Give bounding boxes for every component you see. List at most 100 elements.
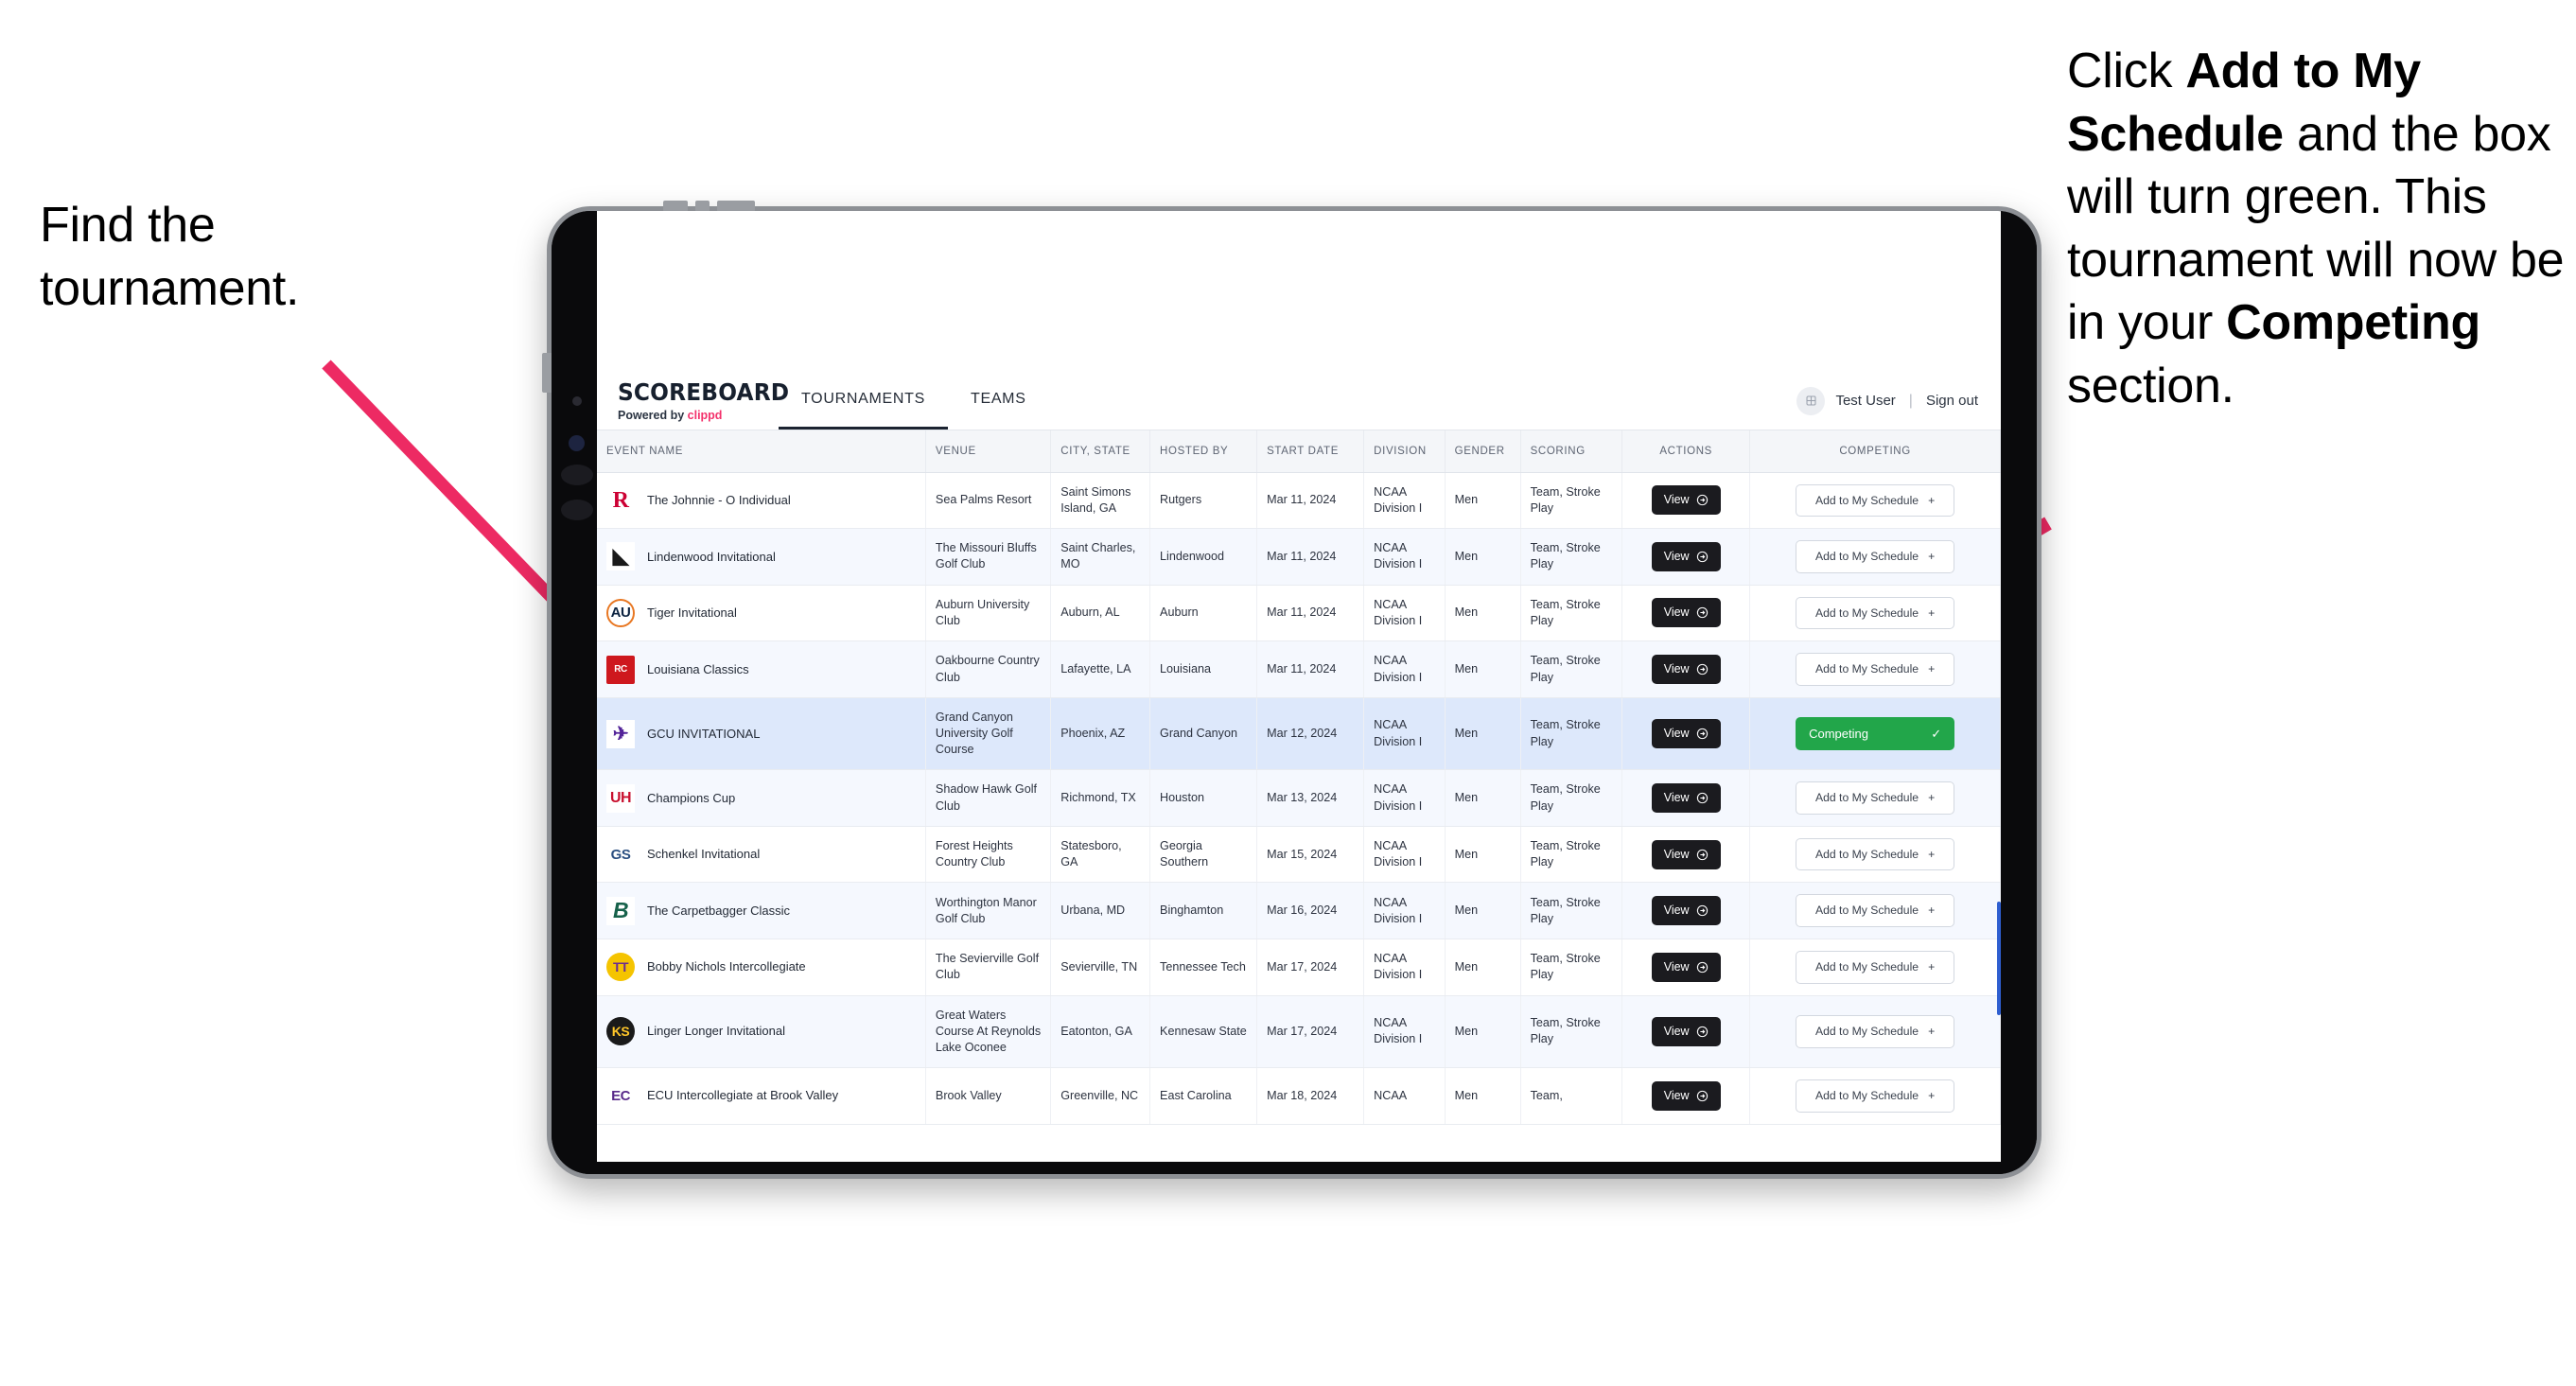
user-avatar-icon[interactable] bbox=[1796, 386, 1826, 415]
table-row[interactable]: B The Carpetbagger Classic Worthington Man… bbox=[597, 882, 2001, 940]
cell-city-state: Sevierville, TN bbox=[1050, 939, 1151, 996]
annotation-text: Click bbox=[2067, 44, 2186, 98]
cell-venue: Worthington Manor Golf Club bbox=[925, 882, 1052, 940]
view-button[interactable]: View bbox=[1651, 839, 1721, 869]
cell-venue: The Sevierville Golf Club bbox=[925, 939, 1052, 996]
add-to-my-schedule-button[interactable]: Add to My Schedule + bbox=[1796, 1079, 1955, 1113]
col-division[interactable]: DIVISION bbox=[1363, 430, 1446, 473]
view-button-label: View bbox=[1663, 605, 1690, 620]
table-row[interactable]: KS Linger Longer Invitational Great Waters… bbox=[597, 995, 2001, 1069]
view-button-label: View bbox=[1663, 904, 1690, 918]
cell-scoring: Team, Stroke Play bbox=[1520, 939, 1623, 996]
view-button[interactable]: View bbox=[1651, 485, 1721, 516]
view-button-label: View bbox=[1663, 791, 1690, 805]
cell-hosted-by: East Carolina bbox=[1149, 1067, 1258, 1125]
view-button[interactable]: View bbox=[1651, 598, 1721, 628]
col-event-name[interactable]: EVENT NAME bbox=[597, 430, 926, 473]
add-to-my-schedule-button[interactable]: Add to My Schedule + bbox=[1796, 837, 1955, 871]
col-venue[interactable]: VENUE bbox=[925, 430, 1052, 473]
col-city-state[interactable]: CITY, STATE bbox=[1050, 430, 1151, 473]
cell-competing: Add to My Schedule + bbox=[1749, 826, 2001, 884]
cell-event-name: TT Bobby Nichols Intercollegiate bbox=[597, 939, 926, 996]
cell-division: NCAA Division I bbox=[1363, 882, 1446, 940]
table-row[interactable]: GS Schenkel Invitational Forest Heights Co… bbox=[597, 826, 2001, 884]
cell-competing: Add to My Schedule + bbox=[1749, 939, 2001, 996]
cell-division: NCAA Division I bbox=[1363, 472, 1446, 530]
add-to-my-schedule-button[interactable]: Add to My Schedule + bbox=[1796, 1015, 1955, 1048]
col-gender[interactable]: GENDER bbox=[1445, 430, 1521, 473]
cell-actions: View bbox=[1621, 585, 1751, 642]
tab-teams[interactable]: TEAMS bbox=[948, 372, 1049, 430]
tablet-device: SCOREBOARD Powered by clippd TOURNAMENTS… bbox=[542, 201, 2042, 1179]
event-cell: RC Louisiana Classics bbox=[606, 655, 916, 684]
view-button[interactable]: View bbox=[1651, 1080, 1721, 1111]
view-button[interactable]: View bbox=[1651, 1016, 1721, 1046]
cell-division: NCAA Division I bbox=[1363, 769, 1446, 827]
table-row[interactable]: UH Champions Cup Shadow Hawk Golf Club Rich… bbox=[597, 769, 2001, 827]
sign-out-link[interactable]: Sign out bbox=[1926, 393, 1978, 409]
cell-competing: Add to My Schedule + bbox=[1749, 769, 2001, 827]
cell-competing: Add to My Schedule + bbox=[1749, 995, 2001, 1069]
arrow-right-circle-icon bbox=[1696, 551, 1708, 563]
view-button[interactable]: View bbox=[1651, 896, 1721, 926]
add-to-my-schedule-button[interactable]: Add to My Schedule + bbox=[1796, 596, 1955, 630]
plus-icon: + bbox=[1928, 791, 1936, 805]
arrow-right-circle-icon bbox=[1696, 663, 1708, 675]
view-button[interactable]: View bbox=[1651, 783, 1721, 814]
cell-scoring: Team, Stroke Play bbox=[1520, 528, 1623, 586]
table-row[interactable]: TT Bobby Nichols Intercollegiate The Sevie… bbox=[597, 939, 2001, 996]
auburn-logo: AU bbox=[606, 598, 635, 627]
add-to-my-schedule-label: Add to My Schedule bbox=[1814, 1089, 1919, 1102]
add-to-my-schedule-button[interactable]: Add to My Schedule + bbox=[1796, 781, 1955, 815]
cell-division: NCAA Division I bbox=[1363, 939, 1446, 996]
cell-division: NCAA Division I bbox=[1363, 826, 1446, 884]
add-to-my-schedule-button[interactable]: Add to My Schedule + bbox=[1796, 894, 1955, 928]
plus-icon: + bbox=[1928, 493, 1936, 507]
table-row[interactable]: ◣ Lindenwood Invitational The Missouri Blu… bbox=[597, 528, 2001, 586]
col-start-date[interactable]: START DATE bbox=[1256, 430, 1365, 473]
add-to-my-schedule-button[interactable]: Add to My Schedule + bbox=[1796, 951, 1955, 984]
cell-competing: Add to My Schedule + bbox=[1749, 640, 2001, 698]
table-row[interactable]: RC Louisiana Classics Oakbourne Country Cl… bbox=[597, 640, 2001, 698]
event-name-label: The Johnnie - O Individual bbox=[647, 492, 791, 507]
cell-event-name: KS Linger Longer Invitational bbox=[597, 995, 926, 1069]
col-hosted-by[interactable]: HOSTED BY bbox=[1149, 430, 1258, 473]
table-row[interactable]: R The Johnnie - O Individual Sea Palms Res… bbox=[597, 472, 2001, 530]
table-row[interactable]: EC ECU Intercollegiate at Brook Valley Bro… bbox=[597, 1067, 2001, 1125]
speaker-grille-2 bbox=[561, 500, 593, 520]
col-scoring[interactable]: SCORING bbox=[1520, 430, 1623, 473]
cell-division: NCAA Division I bbox=[1363, 585, 1446, 642]
view-button[interactable]: View bbox=[1651, 655, 1721, 685]
cell-city-state: Auburn, AL bbox=[1050, 585, 1151, 642]
view-button[interactable]: View bbox=[1651, 719, 1721, 749]
view-button-label: View bbox=[1663, 959, 1690, 974]
vertical-scrollbar[interactable] bbox=[1997, 902, 2001, 1015]
cell-start-date: Mar 17, 2024 bbox=[1256, 995, 1365, 1069]
event-name-label: Tiger Invitational bbox=[647, 605, 737, 621]
event-cell: TT Bobby Nichols Intercollegiate bbox=[606, 953, 916, 982]
add-to-my-schedule-button[interactable]: Add to My Schedule + bbox=[1796, 540, 1955, 573]
brand-logo[interactable]: SCOREBOARD Powered by clippd bbox=[597, 372, 789, 430]
table-body: R The Johnnie - O Individual Sea Palms Res… bbox=[597, 472, 2001, 1125]
table-row[interactable]: AU Tiger Invitational Auburn University Cl… bbox=[597, 585, 2001, 642]
cell-gender: Men bbox=[1445, 1067, 1521, 1125]
competing-button[interactable]: Competing ✓ bbox=[1796, 716, 1955, 751]
lindenwood-logo: ◣ bbox=[606, 542, 635, 571]
cell-venue: Grand Canyon University Golf Course bbox=[925, 697, 1052, 771]
cell-start-date: Mar 15, 2024 bbox=[1256, 826, 1365, 884]
view-button[interactable]: View bbox=[1651, 952, 1721, 982]
tab-tournaments[interactable]: TOURNAMENTS bbox=[779, 372, 948, 430]
add-to-my-schedule-button[interactable]: Add to My Schedule + bbox=[1796, 653, 1955, 686]
cell-division: NCAA Division I bbox=[1363, 697, 1446, 771]
add-to-my-schedule-button[interactable]: Add to My Schedule + bbox=[1796, 483, 1955, 518]
view-button[interactable]: View bbox=[1651, 541, 1721, 571]
cell-gender: Men bbox=[1445, 769, 1521, 827]
event-name-label: Lindenwood Invitational bbox=[647, 549, 776, 564]
event-cell: GS Schenkel Invitational bbox=[606, 840, 916, 869]
plus-icon: + bbox=[1928, 1089, 1936, 1102]
cell-gender: Men bbox=[1445, 882, 1521, 940]
cell-gender: Men bbox=[1445, 697, 1521, 771]
rutgers-logo: R bbox=[606, 485, 635, 515]
grand-canyon-logo: ✈ bbox=[606, 719, 635, 748]
table-row[interactable]: ✈ GCU INVITATIONAL Grand Canyon University… bbox=[597, 697, 2001, 771]
